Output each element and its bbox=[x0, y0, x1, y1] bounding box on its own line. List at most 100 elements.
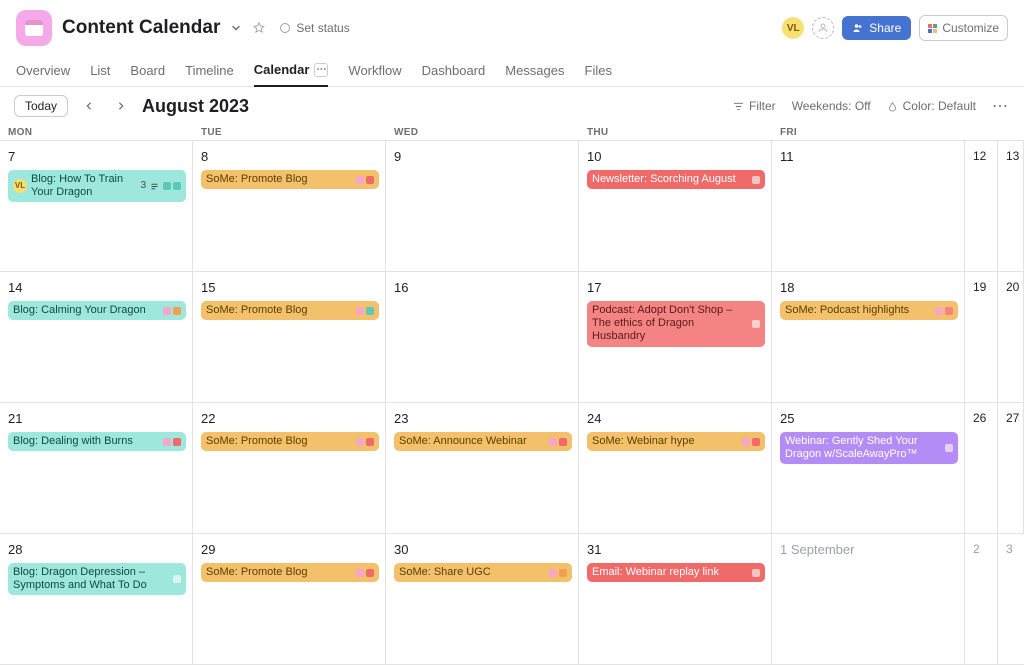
color-menu[interactable]: Color: Default bbox=[887, 99, 976, 113]
calendar-cell[interactable]: 29SoMe: Promote Blog bbox=[193, 534, 386, 665]
calendar-cell[interactable]: 23SoMe: Announce Webinar bbox=[386, 403, 579, 534]
calendar-cell[interactable]: 22SoMe: Promote Blog bbox=[193, 403, 386, 534]
calendar-weekend-cell[interactable]: 27 bbox=[998, 403, 1024, 534]
task-pill[interactable]: SoMe: Share UGC bbox=[394, 563, 572, 582]
field-chip bbox=[356, 438, 364, 446]
calendar-weekend-cell[interactable]: 3 bbox=[998, 534, 1024, 665]
task-pill[interactable]: Podcast: Adopt Don't Shop – The ethics o… bbox=[587, 301, 765, 347]
task-pill[interactable]: Newsletter: Scorching August bbox=[587, 170, 765, 189]
project-menu-chevron-icon[interactable] bbox=[230, 22, 242, 34]
calendar-weekend-cell[interactable]: 13 bbox=[998, 141, 1024, 272]
task-pill[interactable]: VLBlog: How To Train Your Dragon3 bbox=[8, 170, 186, 202]
task-pill[interactable]: SoMe: Webinar hype bbox=[587, 432, 765, 451]
tab-timeline[interactable]: Timeline bbox=[185, 56, 234, 86]
next-month-button[interactable] bbox=[110, 95, 132, 117]
share-button[interactable]: Share bbox=[842, 16, 911, 40]
calendar-cell[interactable]: 9 bbox=[386, 141, 579, 272]
tab-dashboard[interactable]: Dashboard bbox=[422, 56, 486, 86]
tab-workflow[interactable]: Workflow bbox=[348, 56, 401, 86]
field-chip bbox=[173, 575, 181, 583]
favorite-star-icon[interactable] bbox=[252, 21, 266, 35]
color-icon bbox=[887, 101, 898, 112]
task-title: SoMe: Promote Blog bbox=[206, 173, 352, 186]
field-chip bbox=[163, 307, 171, 315]
calendar-weekend-cell[interactable]: 2 bbox=[965, 534, 998, 665]
field-chip bbox=[366, 307, 374, 315]
calendar-weekend-cell[interactable]: 12 bbox=[965, 141, 998, 272]
field-chip bbox=[935, 307, 943, 315]
filter-button[interactable]: Filter bbox=[733, 99, 776, 113]
tab-label: Timeline bbox=[185, 63, 234, 78]
task-pill[interactable]: Blog: Dealing with Burns bbox=[8, 432, 186, 451]
date-number: 27 bbox=[1006, 411, 1017, 425]
task-field-chips bbox=[356, 569, 374, 577]
calendar-cell[interactable]: 18SoMe: Podcast highlights bbox=[772, 272, 965, 403]
calendar-cell[interactable]: 31 Email: Webinar replay link bbox=[579, 534, 772, 665]
task-pill[interactable]: Webinar: Gently Shed Your Dragon w/Scale… bbox=[780, 432, 958, 464]
calendar-cell[interactable]: 24SoMe: Webinar hype bbox=[579, 403, 772, 534]
project-icon[interactable] bbox=[16, 10, 52, 46]
calendar-cell[interactable]: 16 bbox=[386, 272, 579, 403]
calendar-cell[interactable]: 14Blog: Calming Your Dragon bbox=[0, 272, 193, 403]
tab-label: Board bbox=[130, 63, 165, 78]
task-field-chips bbox=[173, 575, 181, 583]
calendar-toolbar: Today August 2023 Filter Weekends: Off C… bbox=[0, 87, 1024, 125]
set-status-button[interactable]: Set status bbox=[280, 21, 349, 35]
task-title: SoMe: Promote Blog bbox=[206, 566, 352, 579]
customize-button[interactable]: Customize bbox=[919, 15, 1008, 41]
tab-list[interactable]: List bbox=[90, 56, 110, 86]
member-avatar[interactable]: VL bbox=[782, 17, 804, 39]
field-chip bbox=[549, 569, 557, 577]
add-member-button[interactable] bbox=[812, 17, 834, 39]
calendar-weekend-cell[interactable]: 19 bbox=[965, 272, 998, 403]
calendar-cell[interactable]: 10Newsletter: Scorching August bbox=[579, 141, 772, 272]
task-pill[interactable]: SoMe: Promote Blog bbox=[201, 301, 379, 320]
more-options-button[interactable]: ⋯ bbox=[992, 96, 1010, 116]
calendar-cell[interactable]: 28Blog: Dragon Depression – Symptoms and… bbox=[0, 534, 193, 665]
tab-files[interactable]: Files bbox=[585, 56, 612, 86]
tab-messages[interactable]: Messages bbox=[505, 56, 564, 86]
calendar-cell[interactable]: 17Podcast: Adopt Don't Shop – The ethics… bbox=[579, 272, 772, 403]
tab-board[interactable]: Board bbox=[130, 56, 165, 86]
tab-calendar[interactable]: Calendar⋯ bbox=[254, 56, 329, 87]
task-pill[interactable]: SoMe: Promote Blog bbox=[201, 170, 379, 189]
task-title: Podcast: Adopt Don't Shop – The ethics o… bbox=[592, 304, 748, 344]
task-pill[interactable]: Blog: Calming Your Dragon bbox=[8, 301, 186, 320]
calendar-cell[interactable]: 7VLBlog: How To Train Your Dragon3 bbox=[0, 141, 193, 272]
calendar-cell[interactable]: 8SoMe: Promote Blog bbox=[193, 141, 386, 272]
task-pill[interactable]: Blog: Dragon Depression – Symptoms and W… bbox=[8, 563, 186, 595]
field-chip bbox=[945, 307, 953, 315]
task-pill[interactable]: SoMe: Podcast highlights bbox=[780, 301, 958, 320]
task-pill[interactable]: SoMe: Announce Webinar bbox=[394, 432, 572, 451]
calendar-cell[interactable]: 11 bbox=[772, 141, 965, 272]
tab-options-icon[interactable]: ⋯ bbox=[314, 63, 328, 77]
calendar-cell[interactable]: 15SoMe: Promote Blog bbox=[193, 272, 386, 403]
task-field-chips bbox=[356, 307, 374, 315]
task-field-chips bbox=[163, 438, 181, 446]
task-pill[interactable]: SoMe: Promote Blog bbox=[201, 432, 379, 451]
calendar-cell[interactable]: 1 September bbox=[772, 534, 965, 665]
task-title: SoMe: Promote Blog bbox=[206, 304, 352, 317]
date-number: 31 bbox=[587, 542, 765, 557]
weekends-toggle[interactable]: Weekends: Off bbox=[792, 99, 871, 113]
calendar-weekend-cell[interactable]: 20 bbox=[998, 272, 1024, 403]
field-chip bbox=[173, 438, 181, 446]
prev-month-button[interactable] bbox=[78, 95, 100, 117]
day-headers: MONTUEWEDTHUFRI bbox=[0, 125, 1024, 140]
day-header: THU bbox=[579, 125, 772, 140]
task-pill[interactable]: SoMe: Promote Blog bbox=[201, 563, 379, 582]
task-title: SoMe: Share UGC bbox=[399, 566, 545, 579]
calendar-cell[interactable]: 30SoMe: Share UGC bbox=[386, 534, 579, 665]
date-number: 21 bbox=[8, 411, 186, 426]
day-header: WED bbox=[386, 125, 579, 140]
today-button[interactable]: Today bbox=[14, 95, 68, 117]
calendar-cell[interactable]: 25Webinar: Gently Shed Your Dragon w/Sca… bbox=[772, 403, 965, 534]
tab-overview[interactable]: Overview bbox=[16, 56, 70, 86]
day-header: MON bbox=[0, 125, 193, 140]
task-title: SoMe: Webinar hype bbox=[592, 435, 738, 448]
task-pill[interactable]: Email: Webinar replay link bbox=[587, 563, 765, 582]
calendar-cell[interactable]: 21 Blog: Dealing with Burns bbox=[0, 403, 193, 534]
date-number: 11 bbox=[780, 149, 958, 164]
date-number: 13 bbox=[1006, 149, 1017, 163]
calendar-weekend-cell[interactable]: 26 bbox=[965, 403, 998, 534]
